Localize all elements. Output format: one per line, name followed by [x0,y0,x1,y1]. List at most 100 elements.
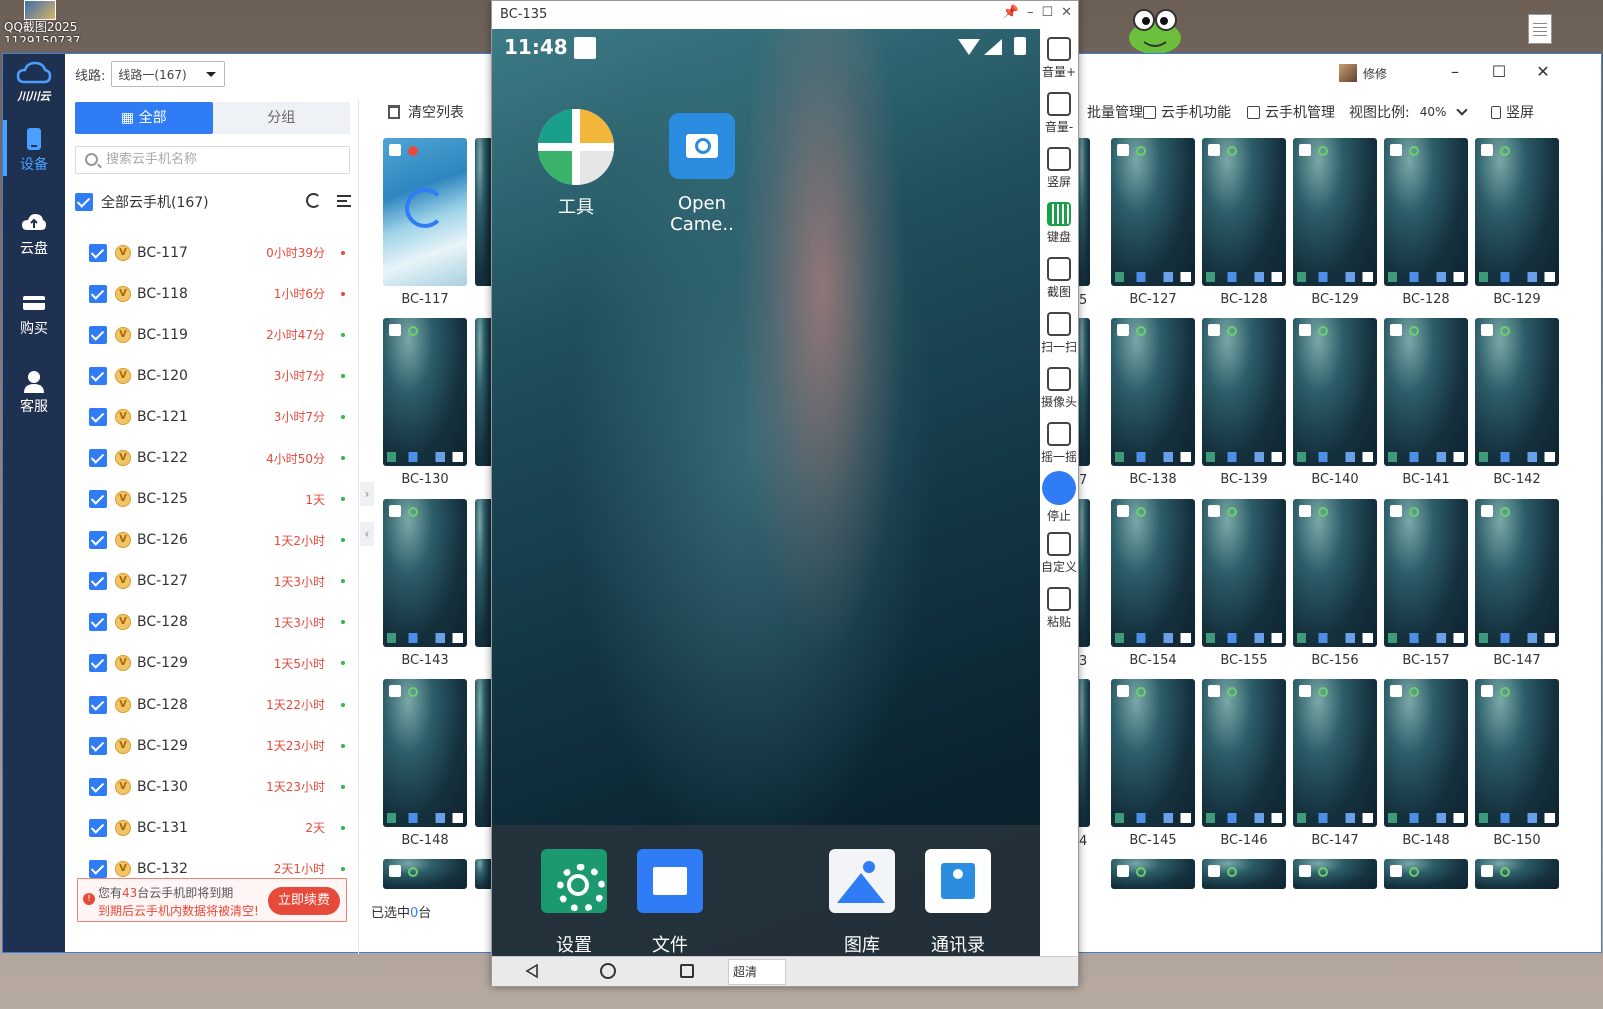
device-thumbnail-partial[interactable] [475,499,491,647]
renew-button[interactable]: 立即续费 [268,887,340,915]
route-dropdown[interactable]: 线路一(167) [111,61,226,87]
device-thumbnail-peek[interactable] [1475,859,1559,889]
device-thumbnail-partial[interactable] [475,318,491,466]
phone-functions-button[interactable]: 云手机功能 [1143,102,1231,122]
app-tools[interactable]: 工具 [521,109,631,219]
dock-settings[interactable]: 设置 [529,849,619,956]
device-row[interactable]: V BC-117 0小时39分 [89,232,349,273]
document-file-icon[interactable] [1528,14,1552,44]
device-thumbnail-partial[interactable] [475,138,491,286]
device-thumbnail[interactable]: BC-150 [1475,679,1559,848]
phone-tool-scan[interactable]: 扫一扫 [1040,312,1078,355]
user-profile[interactable]: 修修 [1339,64,1387,82]
device-thumbnail[interactable]: BC-146 [1202,679,1286,848]
device-checkbox[interactable] [89,818,107,837]
device-checkbox[interactable] [89,366,107,385]
device-row[interactable]: V BC-126 1天2小时 [89,520,349,561]
device-thumbnail[interactable]: BC-154 [1111,499,1195,668]
device-thumbnail[interactable]: BC-139 [1202,318,1286,487]
device-thumbnail[interactable]: BC-129 [1293,138,1377,307]
device-row[interactable]: V BC-130 1天23小时 [89,766,349,807]
desktop-screenshot-file[interactable]: QQ截图2025 1129150737 [4,0,84,42]
device-thumbnail[interactable]: BC-128 [1384,138,1468,307]
device-thumbnail-peek[interactable] [383,859,467,889]
device-row[interactable]: V BC-120 3小时7分 [89,355,349,396]
device-thumbnail[interactable]: BC-138 [1111,318,1195,487]
device-checkbox[interactable] [89,284,107,303]
device-row[interactable]: V BC-125 1天 [89,479,349,520]
device-checkbox[interactable] [89,572,107,591]
device-row[interactable]: V BC-121 3小时7分 [89,396,349,437]
phone-tool-screenshot[interactable]: 截图 [1040,257,1078,300]
device-row[interactable]: V BC-129 1天5小时 [89,643,349,684]
device-thumbnail[interactable]: BC-143 [383,499,467,668]
dock-gallery[interactable]: 图库 [817,849,907,956]
rail-item-support[interactable]: 客服 [3,368,65,416]
device-thumbnail-peek[interactable] [1111,859,1195,889]
device-thumbnail[interactable]: BC-145 [1111,679,1195,848]
clear-list-button[interactable]: 清空列表 [388,102,464,122]
device-row[interactable]: V BC-118 1小时6分 [89,273,349,314]
device-thumbnail-partial[interactable] [1078,138,1090,286]
rail-item-devices[interactable]: 设备 [3,120,65,176]
phone-tool-volume-down[interactable]: 音量- [1040,92,1078,135]
close-button[interactable]: ✕ [1533,62,1553,81]
rail-item-cloud-drive[interactable]: 云盘 [3,210,65,258]
device-row[interactable]: V BC-122 4小时50分 [89,437,349,478]
device-checkbox[interactable] [89,736,107,755]
refresh-icon[interactable] [306,193,321,208]
device-thumbnail-partial[interactable] [1078,499,1090,647]
phone-tool-camera-lens[interactable]: 摄像头 [1040,367,1078,410]
home-icon[interactable] [600,963,616,979]
device-thumbnail[interactable]: BC-155 [1202,499,1286,668]
device-checkbox[interactable] [89,654,107,673]
device-checkbox[interactable] [89,407,107,426]
batch-manage-button[interactable]: 批量管理 [1081,102,1143,122]
device-thumbnail[interactable]: BC-127 [1111,138,1195,307]
minimize-button[interactable]: – [1445,62,1465,81]
device-thumbnail[interactable]: BC-130 [383,318,467,487]
tab-groups[interactable]: 分组 [213,102,351,134]
device-thumbnail[interactable]: BC-147 [1475,499,1559,668]
phone-tool-volume-up[interactable]: 音量+ [1040,37,1078,80]
device-checkbox[interactable] [89,695,107,714]
device-row[interactable]: V BC-127 1天3小时 [89,561,349,602]
device-row[interactable]: V BC-131 2天 [89,807,349,848]
device-checkbox[interactable] [89,449,107,468]
phone-manage-button[interactable]: 云手机管理 [1247,102,1335,122]
rail-item-purchase[interactable]: 购买 [3,290,65,338]
device-checkbox[interactable] [89,613,107,632]
device-checkbox[interactable] [89,531,107,550]
phone-tool-keyboard[interactable]: 键盘 [1040,202,1078,245]
search-input[interactable]: 搜索云手机名称 [75,146,350,174]
device-thumbnail-partial[interactable] [1078,679,1090,827]
dock-contacts[interactable]: 通讯录 [913,849,1003,956]
device-row[interactable]: V BC-128 1天22小时 [89,684,349,725]
device-thumbnail[interactable]: BC-140 [1293,318,1377,487]
device-thumbnail[interactable]: BC-128 [1202,138,1286,307]
phone-screen[interactable]: 11:48 工具 Open Came.. 设置 文件 图库 通讯录 [492,29,1040,956]
close-icon[interactable]: ✕ [1061,5,1072,20]
device-thumbnail-partial[interactable] [1078,318,1090,466]
device-thumbnail[interactable]: BC-141 [1384,318,1468,487]
maximize-icon[interactable]: ☐ [1041,5,1053,20]
recents-icon[interactable] [680,964,694,978]
select-all-checkbox[interactable] [75,193,93,211]
view-ratio[interactable]: 视图比例: 40% [1349,102,1469,122]
device-thumbnail-peek[interactable] [475,859,491,889]
device-thumbnail[interactable]: BC-148 [1384,679,1468,848]
device-thumbnail[interactable]: BC-117 [383,138,467,307]
device-checkbox[interactable] [89,859,107,878]
dock-files[interactable]: 文件 [625,849,715,956]
device-thumbnail[interactable]: BC-147 [1293,679,1377,848]
device-thumbnail-partial[interactable] [475,679,491,827]
tab-all[interactable]: ▦ 全部 [75,102,213,134]
minimize-icon[interactable]: – [1027,5,1034,20]
device-thumbnail[interactable]: BC-148 [383,679,467,848]
device-row[interactable]: V BC-129 1天23小时 [89,725,349,766]
device-checkbox[interactable] [89,490,107,509]
maximize-button[interactable]: ☐ [1489,62,1509,81]
device-row[interactable]: V BC-119 2小时47分 [89,314,349,355]
phone-tool-pause[interactable]: 停止 [1040,471,1078,524]
device-row[interactable]: V BC-128 1天3小时 [89,602,349,643]
